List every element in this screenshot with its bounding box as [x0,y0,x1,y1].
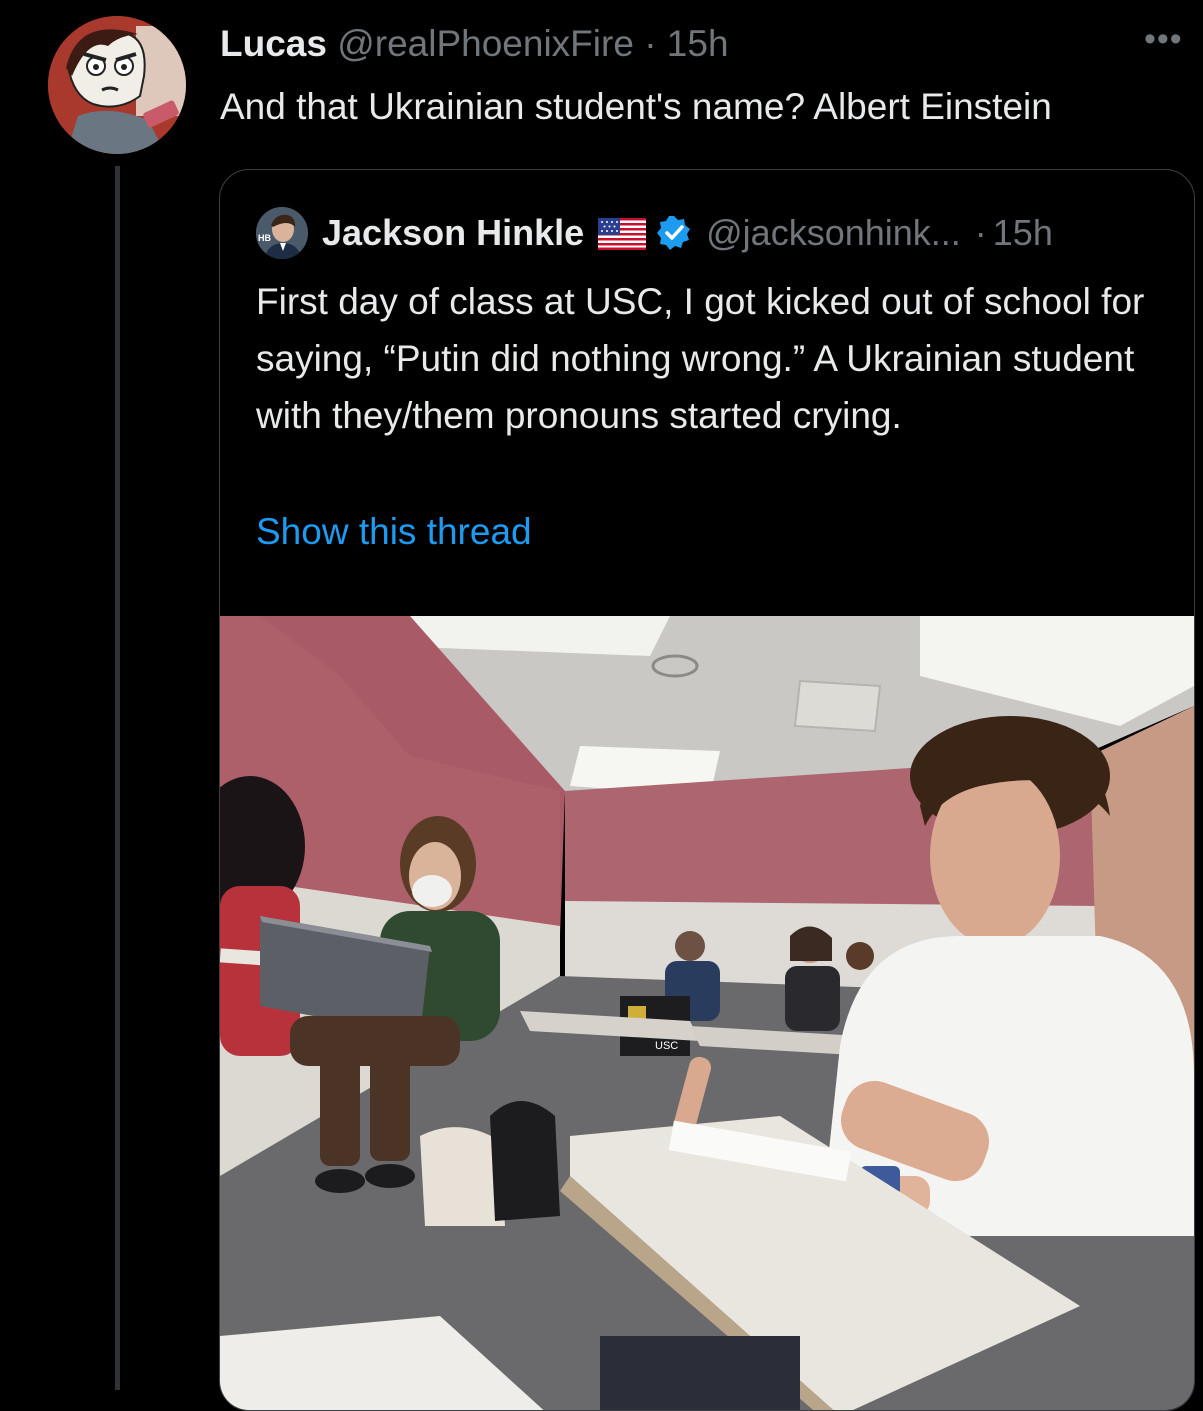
quoted-author-display-name[interactable]: Jackson Hinkle [322,212,584,254]
classroom-photo-image: USC [220,616,1194,1410]
laptop-sticker-text: USC [655,1040,678,1052]
quoted-tweet-header: HB Jackson Hinkle @jacksonhink... · 15h [256,207,1053,259]
quoted-author-avatar[interactable]: HB [256,207,308,259]
verified-badge-icon[interactable] [656,215,692,251]
avatar-initials: HB [258,233,271,243]
cartoon-avatar-image [48,16,186,154]
quoted-author-handle[interactable]: @jacksonhink... [706,212,961,254]
post-timestamp[interactable]: 15h [667,23,729,64]
quoted-tweet-card[interactable]: HB Jackson Hinkle @jacksonhink... · 15h … [219,169,1195,1411]
reply-header: Lucas @realPhoenixFire · 15h [220,22,729,66]
show-thread-link[interactable]: Show this thread [256,511,532,553]
header-separator: · [644,23,657,64]
us-flag-icon [598,217,647,250]
reply-body-text: And that Ukrainian student's name? Alber… [220,86,1052,127]
more-options-icon[interactable]: ••• [1144,20,1183,59]
author-display-name[interactable]: Lucas [220,23,327,64]
quoted-post-timestamp[interactable]: 15h [993,212,1053,254]
quoted-header-separator: · [974,212,987,253]
thread-connector-line [115,166,120,1390]
quoted-tweet-text: First day of class at USC, I got kicked … [256,281,1145,436]
quoted-tweet-photo[interactable]: USC [220,616,1194,1410]
author-avatar[interactable] [48,16,186,154]
portrait-avatar-image: HB [256,207,308,259]
author-handle[interactable]: @realPhoenixFire [337,23,634,64]
